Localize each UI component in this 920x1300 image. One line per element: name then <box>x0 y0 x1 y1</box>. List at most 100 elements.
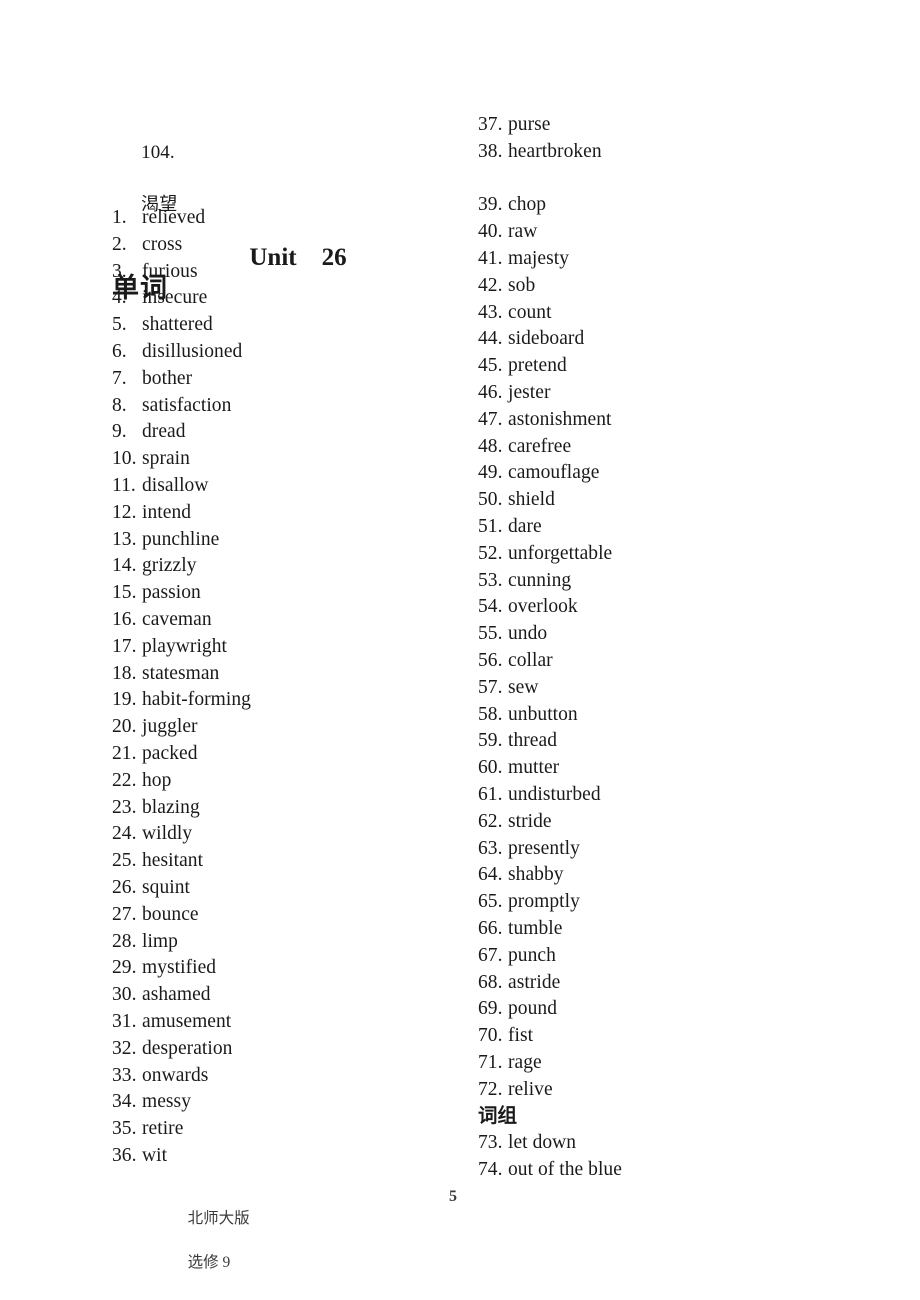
vocabulary-item-term: hop <box>142 769 172 791</box>
vocabulary-item-number: 6. <box>112 340 127 362</box>
vocabulary-item-term: bother <box>142 367 193 389</box>
vocabulary-item-term: stride <box>508 810 552 832</box>
vocabulary-item-term: undisturbed <box>508 783 601 805</box>
vocabulary-item-term: sideboard <box>508 328 585 350</box>
vocabulary-item-number: 71. <box>478 1051 503 1073</box>
vocabulary-item: 47. astonishment <box>478 407 878 434</box>
vocabulary-item-number: 54. <box>478 596 503 618</box>
vocabulary-item-term: punch <box>508 944 556 966</box>
vocabulary-item: 25. hesitant <box>112 848 462 875</box>
vocabulary-item-term: satisfaction <box>142 394 232 416</box>
vocabulary-item-term: tumble <box>508 917 563 939</box>
vocabulary-item-number: 73. <box>478 1132 503 1154</box>
vocabulary-item-term: jester <box>508 381 551 403</box>
vocabulary-item-number: 63. <box>478 837 503 859</box>
vocabulary-item: 73. let down <box>478 1130 878 1157</box>
vocabulary-item: 37. purse <box>478 112 878 139</box>
vocabulary-item-number: 1. <box>112 207 127 228</box>
vocabulary-item-term: relive <box>508 1078 553 1100</box>
vocabulary-item-term: habit-forming <box>142 689 251 711</box>
vocabulary-item: 49. camouflage <box>478 460 878 487</box>
vocabulary-list-right: 37. purse 38. heartbroken 39. chop 40. raw 41. m… <box>478 112 878 1184</box>
vocabulary-item-term: relieved <box>142 207 206 228</box>
vocabulary-item: 20. juggler <box>112 714 462 741</box>
vocabulary-item: 64. shabby <box>478 862 878 889</box>
vocabulary-item-number: 10. <box>112 448 137 470</box>
vocabulary-item-number: 33. <box>112 1064 137 1086</box>
vocabulary-item: 48. carefree <box>478 434 878 461</box>
vocabulary-item: 15. passion <box>112 580 462 607</box>
vocabulary-item-term: camouflage <box>508 462 600 484</box>
vocabulary-item-term: chop <box>508 194 547 216</box>
vocabulary-item: 46. jester <box>478 380 878 407</box>
vocabulary-item-term: shield <box>508 489 555 511</box>
footer-volume: 选修 9 <box>187 1254 231 1271</box>
vocabulary-item-number: 42. <box>478 274 503 296</box>
vocabulary-item-term: disallow <box>142 474 209 496</box>
vocabulary-item-term: limp <box>142 930 178 952</box>
vocabulary-item: 55. undo <box>478 621 878 648</box>
vocabulary-item-number: 5. <box>112 314 127 336</box>
vocabulary-item: 53. cunning <box>478 568 878 595</box>
vocabulary-item: 67. punch <box>478 943 878 970</box>
footer-imprint: 北师大版 选修 9 <box>158 1188 250 1290</box>
vocabulary-item: 4. insecure <box>112 285 462 312</box>
vocabulary-item-number: 12. <box>112 501 137 523</box>
vocabulary-item-number: 29. <box>112 957 137 979</box>
vocabulary-item-number: 45. <box>478 355 503 377</box>
vocabulary-item: 54. overlook <box>478 594 878 621</box>
vocabulary-item-term: carefree <box>508 435 572 457</box>
vocabulary-item-term: statesman <box>142 662 220 684</box>
vocabulary-item-number: 32. <box>112 1037 137 1059</box>
vocabulary-item-number: 62. <box>478 810 503 832</box>
vocabulary-item-term: astonishment <box>508 408 612 430</box>
vocabulary-item: 70. fist <box>478 1023 878 1050</box>
vocabulary-item: 69. pound <box>478 996 878 1023</box>
vocabulary-item-number: 41. <box>478 247 503 269</box>
vocabulary-item-term: majesty <box>508 247 570 269</box>
vocabulary-item: 31. amusement <box>112 1009 462 1036</box>
vocabulary-item-term: unbutton <box>508 703 578 725</box>
vocabulary-item-term: shattered <box>142 314 213 336</box>
vocabulary-item-term: dread <box>142 421 186 443</box>
vocabulary-item-number: 31. <box>112 1010 137 1032</box>
vocabulary-item-number: 69. <box>478 998 503 1020</box>
vocabulary-item: 66. tumble <box>478 916 878 943</box>
previous-entry-number: 104. <box>141 142 175 163</box>
vocabulary-item-term: amusement <box>142 1010 232 1032</box>
vocabulary-item: 51. dare <box>478 514 878 541</box>
vocabulary-item-term: juggler <box>142 716 198 738</box>
vocabulary-item: 60. mutter <box>478 755 878 782</box>
vocabulary-item: 32. desperation <box>112 1036 462 1063</box>
vocabulary-item-number: 11. <box>112 474 136 496</box>
vocabulary-item: 27. bounce <box>112 902 462 929</box>
vocabulary-item: 35. retire <box>112 1116 462 1143</box>
vocabulary-item-term: collar <box>508 649 553 671</box>
vocabulary-item-number: 40. <box>478 221 503 243</box>
vocabulary-item-number: 34. <box>112 1091 137 1113</box>
vocabulary-item: 28. limp <box>112 929 462 956</box>
vocabulary-item: 6. disillusioned <box>112 339 462 366</box>
vocabulary-item-term: cross <box>142 233 183 255</box>
vocabulary-item-term: sprain <box>142 448 190 470</box>
vocabulary-item: 65. promptly <box>478 889 878 916</box>
vocabulary-item: 18. statesman <box>112 661 462 688</box>
vocabulary-item-number: 70. <box>478 1025 503 1047</box>
vocabulary-item-term: passion <box>142 582 201 604</box>
vocabulary-item-number: 38. <box>478 140 503 162</box>
vocabulary-item-term: caveman <box>142 608 212 630</box>
vocabulary-item-term: sob <box>508 274 536 296</box>
vocabulary-item-number: 15. <box>112 582 137 604</box>
vocabulary-item-number: 56. <box>478 649 503 671</box>
vocabulary-item: 13. punchline <box>112 527 462 554</box>
vocabulary-item-number: 49. <box>478 462 503 484</box>
vocabulary-item: 24. wildly <box>112 821 462 848</box>
vocabulary-item: 74. out of the blue <box>478 1157 878 1184</box>
vocabulary-item-term: squint <box>142 876 190 898</box>
vocabulary-item-term: onwards <box>142 1064 209 1086</box>
footer-page-number: 5 <box>449 1188 457 1205</box>
vocabulary-item: 68. astride <box>478 970 878 997</box>
vocabulary-item-number: 16. <box>112 608 137 630</box>
vocabulary-item: 34. messy <box>112 1089 462 1116</box>
vocabulary-item-term: pound <box>508 998 557 1020</box>
